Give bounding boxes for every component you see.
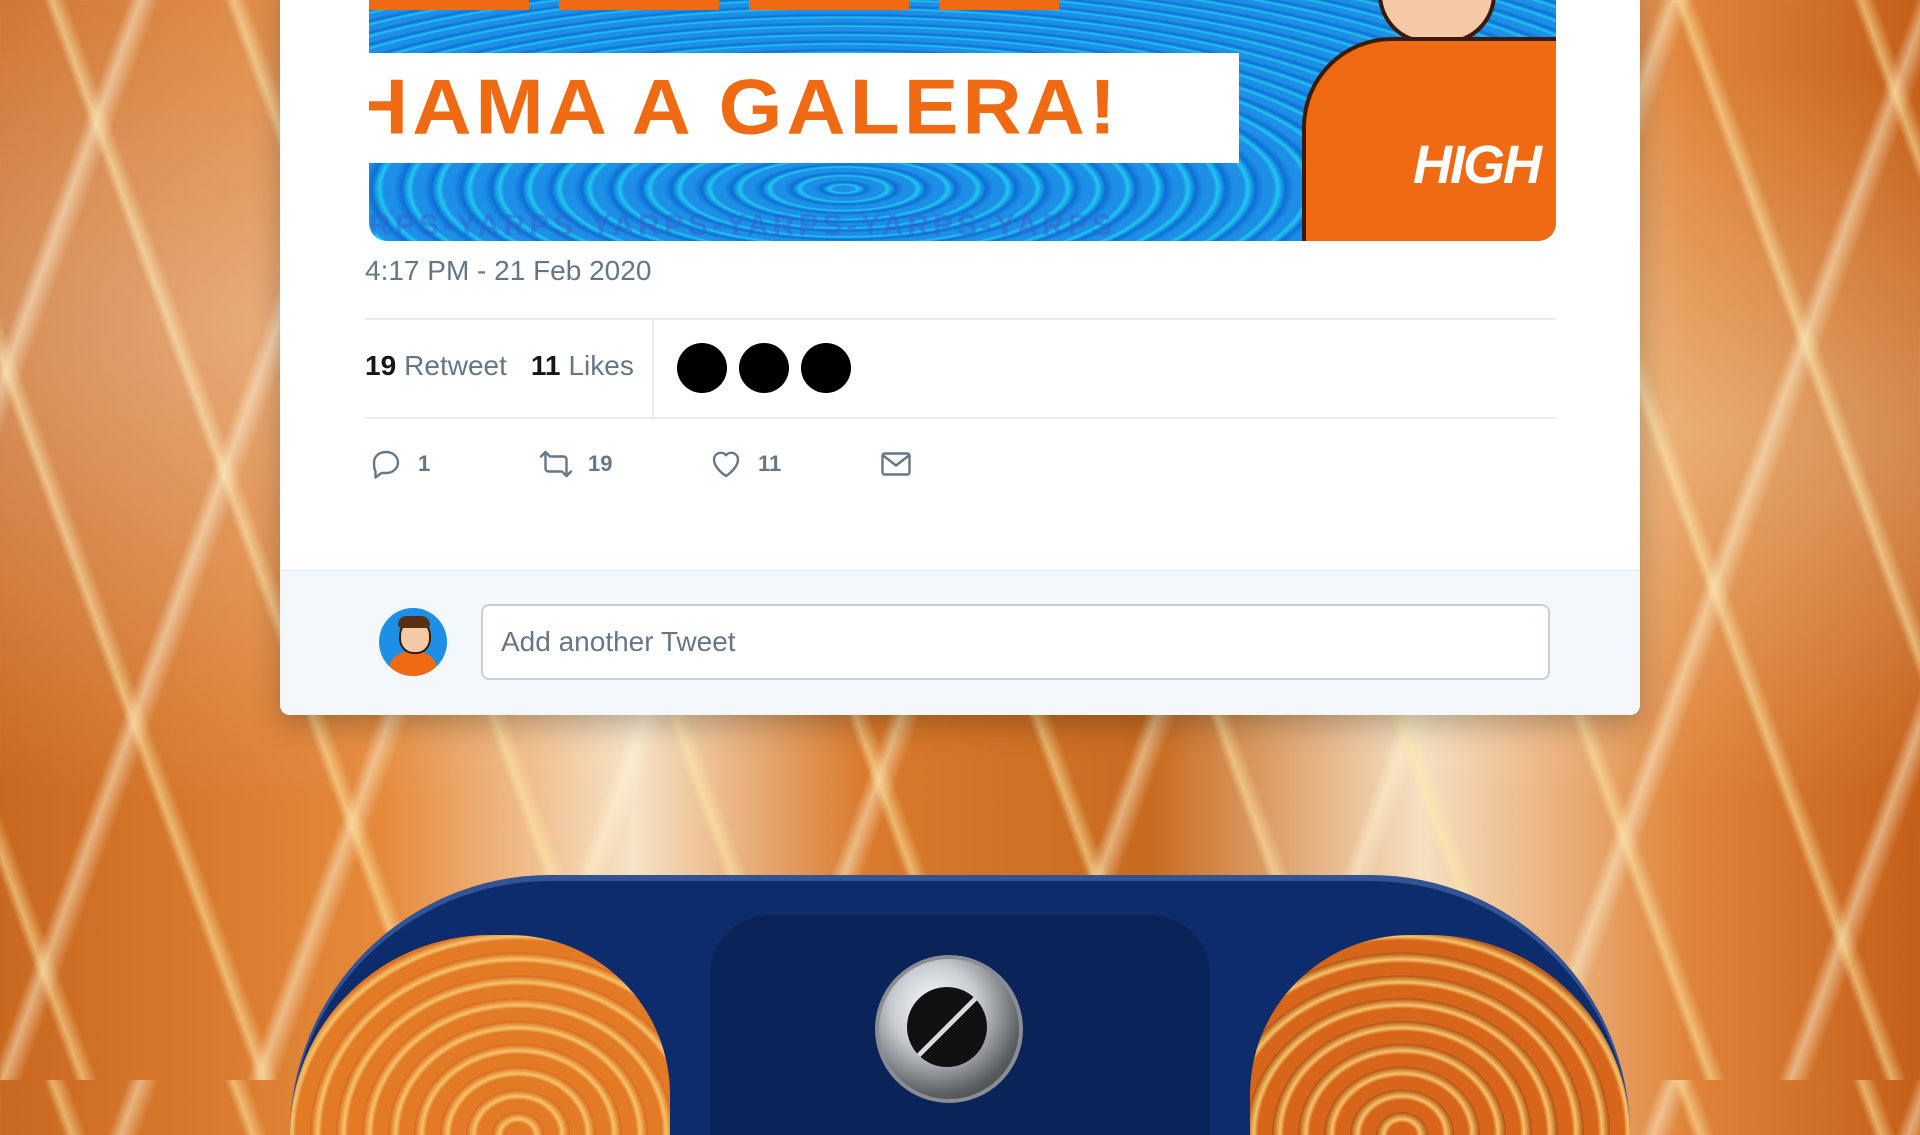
divider-bottom [365,417,1556,419]
liker-avatar[interactable] [739,343,789,393]
reply-count: 1 [418,451,431,476]
tweet-card: HAMA A GALERA! RPS-YARPS-YARPS-YARPS-YAR… [280,0,1640,715]
avatar-hair [398,616,430,628]
media-character: HIGH [1296,0,1556,241]
avatar-shirt [389,652,437,676]
media-top-lettering [369,0,1059,10]
reply-input[interactable] [481,604,1550,680]
reply-composer [280,570,1640,715]
divider-top [365,318,1556,320]
like-count: 11 [758,451,782,476]
likes-stat-label: Likes [568,350,634,381]
tweet-timestamp[interactable]: 4:17 PM - 21 Feb 2020 [365,255,651,287]
xbox-logo-icon [875,955,1023,1103]
heart-icon [712,451,740,478]
like-button[interactable]: 11 [708,446,878,482]
liker-avatars [677,343,851,393]
retweet-stat-count: 19 [365,350,397,381]
reply-icon [372,450,400,479]
avatar[interactable] [379,608,447,676]
retweet-icon [539,450,573,478]
direct-message-button[interactable] [878,446,1048,482]
game-controller [290,875,1630,1135]
reply-button[interactable]: 1 [368,446,538,482]
tweet-media-image[interactable]: HAMA A GALERA! RPS-YARPS-YARPS-YARPS-YAR… [369,0,1556,241]
retweet-action-count: 19 [588,451,613,476]
media-banner: HAMA A GALERA! [369,53,1239,163]
media-brand-logo: HIGH [1413,135,1542,195]
likes-stat-count: 11 [530,350,561,381]
retweet-stat[interactable]: 19 Retweet [365,350,507,382]
likes-stat[interactable]: 11 Likes [531,350,634,382]
retweet-button[interactable]: 19 [538,446,708,482]
xbox-x-mark [907,987,987,1067]
stats-vertical-divider [652,320,654,417]
tweet-stats: 19 Retweet 11 Likes [365,350,634,382]
mail-icon [881,452,911,476]
retweet-stat-label: Retweet [404,350,507,381]
tweet-actions: 1 19 11 [368,446,1048,482]
liker-avatar[interactable] [677,343,727,393]
liker-avatar[interactable] [801,343,851,393]
media-banner-text: HAMA A GALERA! [369,64,1121,151]
